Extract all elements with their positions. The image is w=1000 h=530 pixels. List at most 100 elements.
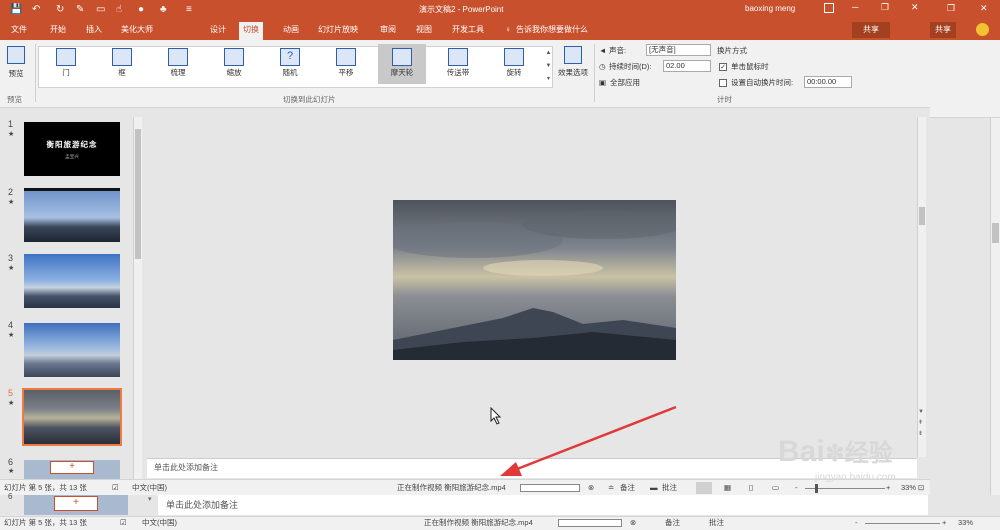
slide-thumbnail-2[interactable] bbox=[24, 188, 120, 242]
tab-view[interactable]: 视图 bbox=[416, 25, 432, 35]
powerpoint-window: 💾 ↶ ↻ ✎ ▭ ☝ ● ♣ ≡ 演示文稿2 - PowerPoint bao… bbox=[0, 0, 930, 495]
voice-icon[interactable]: ● bbox=[138, 3, 144, 17]
sound-dropdown[interactable]: [无声音] bbox=[646, 44, 711, 56]
touch-mode-icon[interactable]: ☝ bbox=[116, 3, 122, 17]
bg-titlebar: ❐ ✕ bbox=[930, 0, 1000, 20]
comments-toggle[interactable]: 批注 bbox=[662, 483, 677, 493]
transition-random[interactable]: ? 随机 bbox=[266, 44, 314, 84]
transition-comb[interactable]: 梳理 bbox=[154, 44, 202, 84]
slide-sorter-icon[interactable]: ▦ bbox=[724, 483, 731, 493]
ribbon-tabs: 文件 开始 插入 美化大师 美化大师 设计 切换 动画 幻灯片放映 审阅 视图 … bbox=[0, 20, 930, 40]
redo-icon[interactable]: ↻ bbox=[56, 3, 64, 17]
normal-view-button[interactable] bbox=[696, 482, 712, 494]
bg-notes-collapse-icon: ▾ bbox=[148, 496, 152, 503]
thumbnail-scrollbar[interactable] bbox=[133, 117, 142, 479]
customize-qat-icon[interactable]: ≡ bbox=[186, 3, 192, 17]
user-name[interactable]: baoxing meng bbox=[745, 4, 795, 13]
gallery-scroll[interactable]: ▲ ▼ ▾ bbox=[544, 47, 553, 87]
bg-tabs: 共享 bbox=[930, 20, 1000, 40]
tab-design[interactable]: 设计 bbox=[210, 25, 226, 35]
apply-all-button[interactable]: 全部应用 bbox=[610, 77, 640, 88]
transition-door[interactable]: 门 bbox=[42, 44, 90, 84]
effect-options-icon bbox=[564, 46, 582, 64]
language-indicator[interactable]: 中文(中国) bbox=[132, 483, 167, 493]
bg-share-label: 共享 bbox=[930, 22, 956, 38]
export-progress-bar bbox=[520, 484, 580, 492]
bg-comments-label: 批注 bbox=[709, 518, 724, 527]
bg-restore-icon: ❐ bbox=[947, 3, 956, 13]
spellcheck-icon[interactable]: ☑ bbox=[112, 483, 119, 493]
preview-group-label: 预览 bbox=[7, 95, 22, 104]
slide-thumbnail-6[interactable]: + bbox=[24, 460, 120, 479]
tab-transitions[interactable]: 切换 bbox=[239, 22, 263, 40]
after-checkbox[interactable] bbox=[719, 79, 727, 87]
page-nav-icons[interactable]: ▼ ⇞ ⇟ bbox=[918, 407, 924, 440]
ribbon-display-icon[interactable] bbox=[824, 3, 834, 13]
bg-zoom-slider bbox=[865, 523, 940, 524]
fit-slide-icon[interactable]: ⊡ bbox=[918, 483, 924, 493]
transition-rotate[interactable]: 旋转 bbox=[490, 44, 538, 84]
tab-file[interactable]: 文件 bbox=[11, 25, 27, 35]
slideshow-icon[interactable]: ▭ bbox=[96, 3, 105, 17]
transition-ferris-wheel[interactable]: 摩天轮 bbox=[378, 44, 426, 84]
format-painter-icon[interactable]: ✎ bbox=[76, 3, 84, 17]
transition-label: 平移 bbox=[338, 68, 354, 77]
slide-thumbnail-1[interactable]: 衡阳旅游纪念 孟宝兴 bbox=[24, 122, 120, 176]
close-button[interactable]: ✕ bbox=[911, 2, 919, 13]
tab-home[interactable]: 开始 bbox=[50, 25, 66, 35]
save-icon[interactable]: 💾 bbox=[10, 3, 22, 17]
transition-label: 缩放 bbox=[226, 68, 242, 77]
editor-scrollbar[interactable]: ▼ ⇞ ⇟ bbox=[917, 117, 926, 457]
thumbnail-scroll-thumb[interactable] bbox=[135, 129, 141, 259]
export-status: 正在制作视频 衡阳旅游纪念.mp4 bbox=[397, 483, 506, 492]
notes-toggle[interactable]: 备注 bbox=[620, 483, 635, 493]
tab-animations[interactable]: 动画 bbox=[283, 25, 299, 35]
duration-input[interactable]: 02.00 bbox=[663, 60, 711, 72]
bg-language: 中文(中国) bbox=[142, 518, 177, 527]
bg-zoom-in: + bbox=[942, 518, 947, 527]
cancel-export-icon[interactable]: ⊗ bbox=[588, 483, 594, 493]
shapes-icon[interactable]: ♣ bbox=[160, 3, 167, 17]
transition-zoom[interactable]: 缩放 bbox=[210, 44, 258, 84]
tab-insert[interactable]: 插入 bbox=[86, 25, 102, 35]
transition-pan[interactable]: 平移 bbox=[322, 44, 370, 84]
comments-icon[interactable]: ▬ bbox=[650, 483, 658, 493]
on-click-checkbox[interactable]: ✓ bbox=[719, 63, 727, 71]
transition-label: 门 bbox=[62, 68, 70, 77]
new-slide-button[interactable]: + bbox=[50, 461, 94, 474]
tell-me-box[interactable]: 告诉我你想要做什么 bbox=[516, 25, 588, 35]
transition-box[interactable]: 框 bbox=[98, 44, 146, 84]
slideshow-view-icon[interactable]: ▭ bbox=[772, 483, 779, 493]
tab-slideshow[interactable]: 幻灯片放映 bbox=[318, 25, 358, 35]
tab-insert2[interactable]: 美化大师 bbox=[121, 25, 153, 35]
duration-icon: ◷ bbox=[599, 62, 606, 71]
notes-icon[interactable]: ≐ bbox=[608, 483, 614, 493]
bg-notes-label: 备注 bbox=[665, 518, 680, 527]
zoom-out-button[interactable]: - bbox=[795, 483, 798, 493]
tab-developer[interactable]: 开发工具 bbox=[452, 25, 484, 35]
zoom-in-button[interactable]: + bbox=[886, 483, 890, 493]
bg-zoom-level: 33% bbox=[958, 518, 974, 527]
reading-view-icon[interactable]: ▯ bbox=[749, 483, 753, 493]
zoom-slider-thumb[interactable] bbox=[815, 484, 818, 493]
editor-scroll-thumb[interactable] bbox=[919, 207, 925, 225]
transition-group-label: 切换到此幻灯片 bbox=[283, 95, 336, 104]
share-button[interactable]: 共享 bbox=[852, 22, 890, 38]
slide-thumbnail-3[interactable] bbox=[24, 254, 120, 308]
restore-button[interactable]: ❐ bbox=[881, 2, 889, 13]
zoom-level[interactable]: 33% bbox=[901, 483, 916, 493]
after-time-input[interactable]: 00:00.00 bbox=[804, 76, 852, 88]
slide-thumbnail-5[interactable] bbox=[24, 390, 120, 444]
preview-button[interactable]: 预览 bbox=[5, 46, 27, 84]
current-slide[interactable] bbox=[393, 200, 676, 360]
watermark-url: jingyan.baidu.com bbox=[815, 472, 896, 483]
tab-review[interactable]: 审阅 bbox=[380, 25, 396, 35]
minimize-button[interactable]: ─ bbox=[852, 2, 858, 12]
slide-thumbnail-4[interactable] bbox=[24, 323, 120, 377]
undo-icon[interactable]: ↶ bbox=[32, 3, 40, 17]
transition-conveyor[interactable]: 传送带 bbox=[434, 44, 482, 84]
effect-options-button[interactable]: 效果选项 bbox=[556, 46, 590, 86]
bg-new-slide-button: + bbox=[54, 496, 98, 511]
slide-number: 2 bbox=[8, 187, 14, 197]
title-bar: 💾 ↶ ↻ ✎ ▭ ☝ ● ♣ ≡ 演示文稿2 - PowerPoint bao… bbox=[0, 0, 930, 20]
